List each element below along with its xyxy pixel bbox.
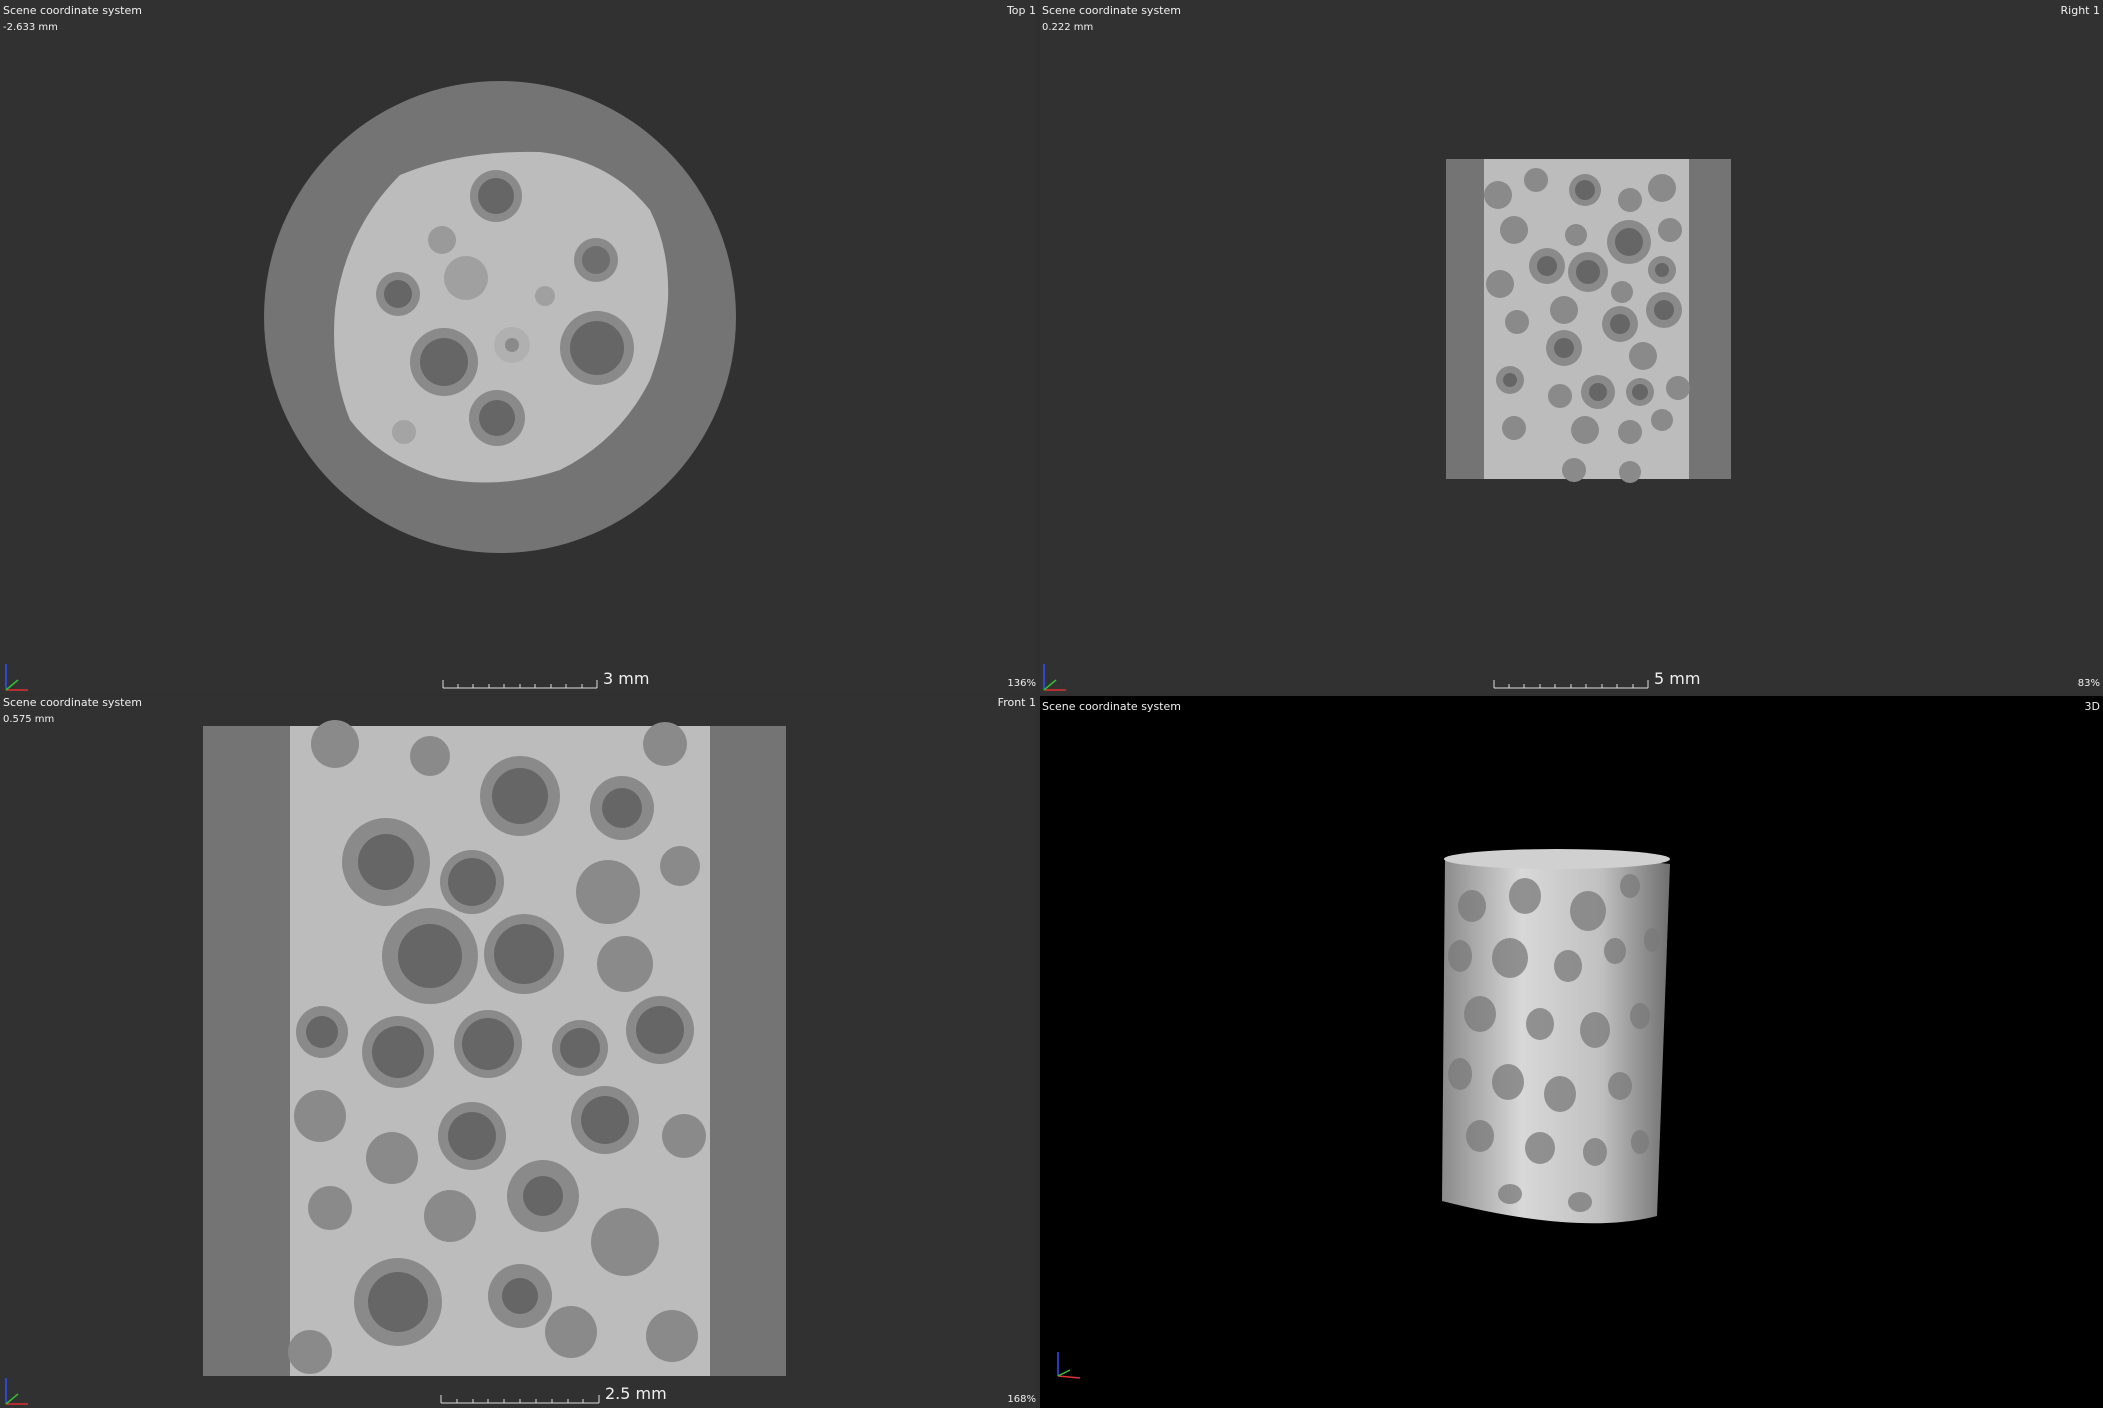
axes-triad-icon	[1043, 664, 1066, 691]
axes-triad-icon	[5, 1378, 28, 1405]
scale-bar-label: 5 mm	[1654, 669, 1701, 688]
ct-slice-right-image	[1446, 159, 1731, 483]
viewport-front[interactable]: Scene coordinate system 0.575 mm Front 1…	[0, 696, 1036, 1408]
viewport-top[interactable]: Scene coordinate system -2.633 mm Top 1 …	[0, 0, 1036, 694]
volume-render-3d	[1442, 849, 1670, 1224]
ct-slice-front-image	[203, 720, 786, 1376]
viewport-3d[interactable]: Scene coordinate system 3D	[1040, 696, 2103, 1408]
axes-triad-icon	[1057, 1352, 1081, 1379]
scale-bar-label: 2.5 mm	[605, 1384, 667, 1403]
scale-bar	[1493, 676, 1651, 690]
scale-bar	[440, 1391, 602, 1405]
viewport-right[interactable]: Scene coordinate system 0.222 mm Right 1…	[1040, 0, 2103, 694]
scale-bar-label: 3 mm	[603, 669, 650, 688]
scale-bar	[442, 676, 600, 690]
axes-triad-icon	[5, 664, 28, 691]
ct-slice-top-image	[264, 81, 736, 553]
